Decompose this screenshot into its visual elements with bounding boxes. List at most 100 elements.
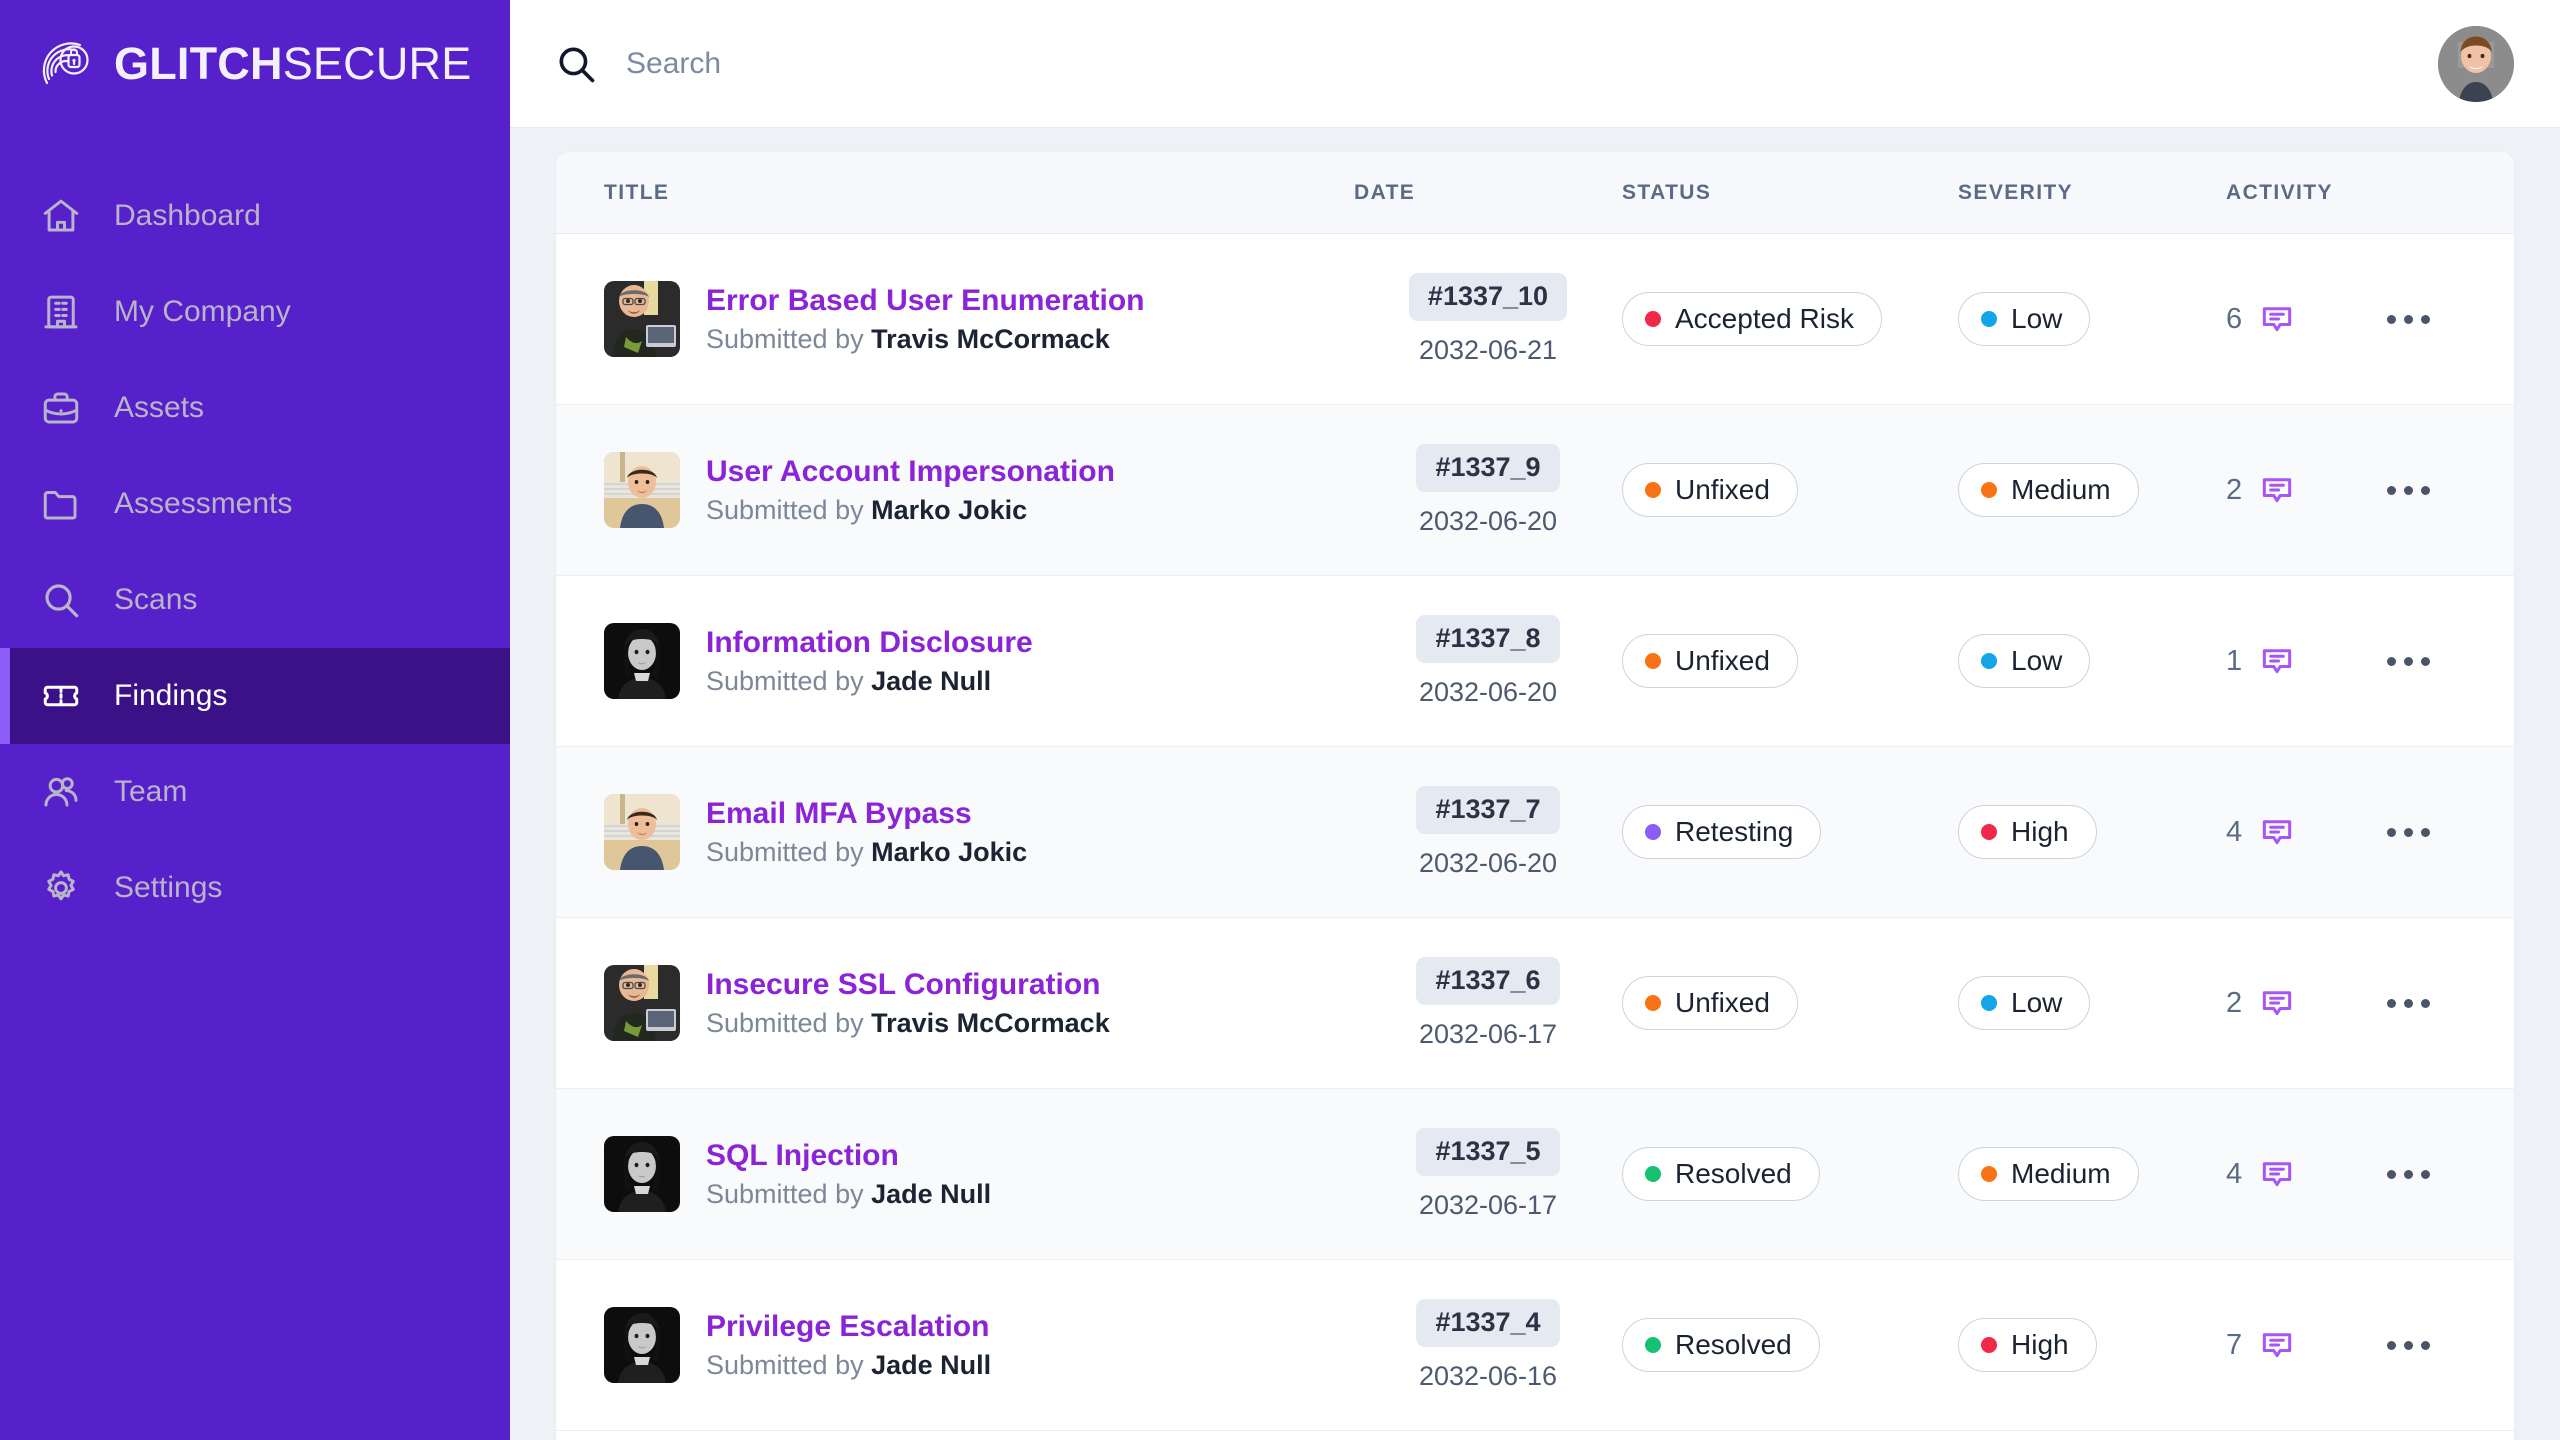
status-badge[interactable]: Unfixed	[1622, 976, 1798, 1030]
ticket-id-badge: #1337_7	[1416, 786, 1559, 834]
status-label: Resolved	[1675, 1160, 1792, 1188]
severity-dot-icon	[1981, 1337, 1997, 1353]
status-dot-icon	[1645, 311, 1661, 327]
finding-title-link[interactable]: Email MFA Bypass	[706, 798, 1027, 830]
status-badge[interactable]: Resolved	[1622, 1318, 1820, 1372]
status-label: Unfixed	[1675, 989, 1770, 1017]
severity-dot-icon	[1981, 482, 1997, 498]
finding-title-link[interactable]: Information Disclosure	[706, 627, 1033, 659]
severity-badge[interactable]: High	[1958, 1318, 2097, 1372]
severity-badge[interactable]: Low	[1958, 634, 2090, 688]
row-actions-cell	[2376, 1325, 2514, 1365]
table-row[interactable]: SQL InjectionSubmitted by Jade Null#1337…	[556, 1089, 2514, 1260]
severity-dot-icon	[1981, 824, 1997, 840]
finding-title-cell: User Account ImpersonationSubmitted by M…	[604, 452, 1354, 528]
finding-title-link[interactable]: Error Based User Enumeration	[706, 285, 1144, 317]
date-cell: #1337_102032-06-21	[1354, 273, 1622, 365]
activity-cell[interactable]: 4	[2226, 813, 2376, 851]
activity-cell[interactable]: 2	[2226, 984, 2376, 1022]
sidebar-item-my-company[interactable]: My Company	[0, 264, 510, 360]
more-options-icon[interactable]	[2376, 470, 2440, 510]
comment-icon	[2258, 813, 2296, 851]
severity-cell: High	[1958, 1318, 2226, 1372]
more-options-icon[interactable]	[2376, 983, 2440, 1023]
submitter-avatar	[604, 1136, 680, 1212]
avatar[interactable]	[2438, 26, 2514, 102]
comment-icon	[2258, 300, 2296, 338]
table-row[interactable]: Information DisclosureSubmitted by Jade …	[556, 576, 2514, 747]
status-dot-icon	[1645, 995, 1661, 1011]
status-label: Unfixed	[1675, 476, 1770, 504]
severity-badge[interactable]: Low	[1958, 292, 2090, 346]
activity-count: 2	[2226, 987, 2242, 1020]
severity-badge[interactable]: Low	[1958, 976, 2090, 1030]
sidebar-item-team[interactable]: Team	[0, 744, 510, 840]
status-badge[interactable]: Retesting	[1622, 805, 1821, 859]
status-badge[interactable]: Unfixed	[1622, 463, 1798, 517]
finding-title-link[interactable]: User Account Impersonation	[706, 456, 1115, 488]
column-header-severity[interactable]: SEVERITY	[1958, 181, 2226, 205]
activity-cell[interactable]: 2	[2226, 471, 2376, 509]
severity-badge[interactable]: High	[1958, 805, 2097, 859]
table-row[interactable]: Email MFA BypassSubmitted by Marko Jokic…	[556, 747, 2514, 918]
column-header-status[interactable]: STATUS	[1622, 181, 1958, 205]
status-cell: Unfixed	[1622, 634, 1958, 688]
sidebar-item-findings[interactable]: Findings	[0, 648, 510, 744]
activity-cell[interactable]: 7	[2226, 1326, 2376, 1364]
status-badge[interactable]: Accepted Risk	[1622, 292, 1882, 346]
submitter-avatar	[604, 794, 680, 870]
more-options-icon[interactable]	[2376, 1325, 2440, 1365]
submitter-avatar	[604, 965, 680, 1041]
severity-badge[interactable]: Medium	[1958, 1147, 2139, 1201]
severity-dot-icon	[1981, 311, 1997, 327]
status-badge[interactable]: Resolved	[1622, 1147, 1820, 1201]
activity-cell[interactable]: 4	[2226, 1155, 2376, 1193]
table-row[interactable]: Error Based User EnumerationSubmitted by…	[556, 234, 2514, 405]
status-label: Unfixed	[1675, 647, 1770, 675]
finding-title-link[interactable]: Insecure SSL Configuration	[706, 969, 1110, 1001]
status-cell: Resolved	[1622, 1147, 1958, 1201]
severity-cell: Low	[1958, 292, 2226, 346]
activity-cell[interactable]: 6	[2226, 300, 2376, 338]
severity-badge[interactable]: Medium	[1958, 463, 2139, 517]
submitter-avatar	[604, 281, 680, 357]
sidebar-item-dashboard[interactable]: Dashboard	[0, 168, 510, 264]
date-cell: #1337_42032-06-16	[1354, 1299, 1622, 1391]
comment-icon	[2258, 984, 2296, 1022]
status-dot-icon	[1645, 824, 1661, 840]
table-row[interactable]: Insecure SSL ConfigurationSubmitted by T…	[556, 918, 2514, 1089]
finding-title-cell: Email MFA BypassSubmitted by Marko Jokic	[604, 794, 1354, 870]
comment-icon	[2258, 471, 2296, 509]
table-row[interactable]: User Account ImpersonationSubmitted by M…	[556, 405, 2514, 576]
more-options-icon[interactable]	[2376, 812, 2440, 852]
sidebar-item-label: Team	[114, 777, 187, 807]
sidebar-nav: Dashboard My Company	[0, 168, 510, 936]
more-options-icon[interactable]	[2376, 641, 2440, 681]
column-header-title[interactable]: TITLE	[604, 181, 1354, 205]
sidebar-item-assessments[interactable]: Assessments	[0, 456, 510, 552]
column-header-date[interactable]: DATE	[1354, 181, 1622, 205]
severity-label: Low	[2011, 989, 2062, 1017]
row-actions-cell	[2376, 299, 2514, 339]
finding-title-link[interactable]: SQL Injection	[706, 1140, 991, 1172]
more-options-icon[interactable]	[2376, 299, 2440, 339]
submitted-by-text: Submitted by Jade Null	[706, 1180, 991, 1208]
search-icon	[554, 42, 598, 86]
comment-icon	[2258, 642, 2296, 680]
column-header-activity[interactable]: ACTIVITY	[2226, 181, 2376, 205]
brand-logo[interactable]: GLITCHSECURE	[0, 0, 510, 128]
activity-count: 1	[2226, 645, 2242, 678]
sidebar-item-assets[interactable]: Assets	[0, 360, 510, 456]
finding-title-link[interactable]: Privilege Escalation	[706, 1311, 991, 1343]
more-options-icon[interactable]	[2376, 1154, 2440, 1194]
sidebar-item-scans[interactable]: Scans	[0, 552, 510, 648]
sidebar-item-label: Scans	[114, 585, 197, 615]
status-badge[interactable]: Unfixed	[1622, 634, 1798, 688]
submitted-date: 2032-06-20	[1419, 507, 1557, 537]
table-row[interactable]: Privilege EscalationSubmitted by Jade Nu…	[556, 1260, 2514, 1431]
search-input[interactable]	[626, 47, 2410, 81]
activity-cell[interactable]: 1	[2226, 642, 2376, 680]
severity-cell: Low	[1958, 634, 2226, 688]
sidebar-item-settings[interactable]: Settings	[0, 840, 510, 936]
status-label: Resolved	[1675, 1331, 1792, 1359]
